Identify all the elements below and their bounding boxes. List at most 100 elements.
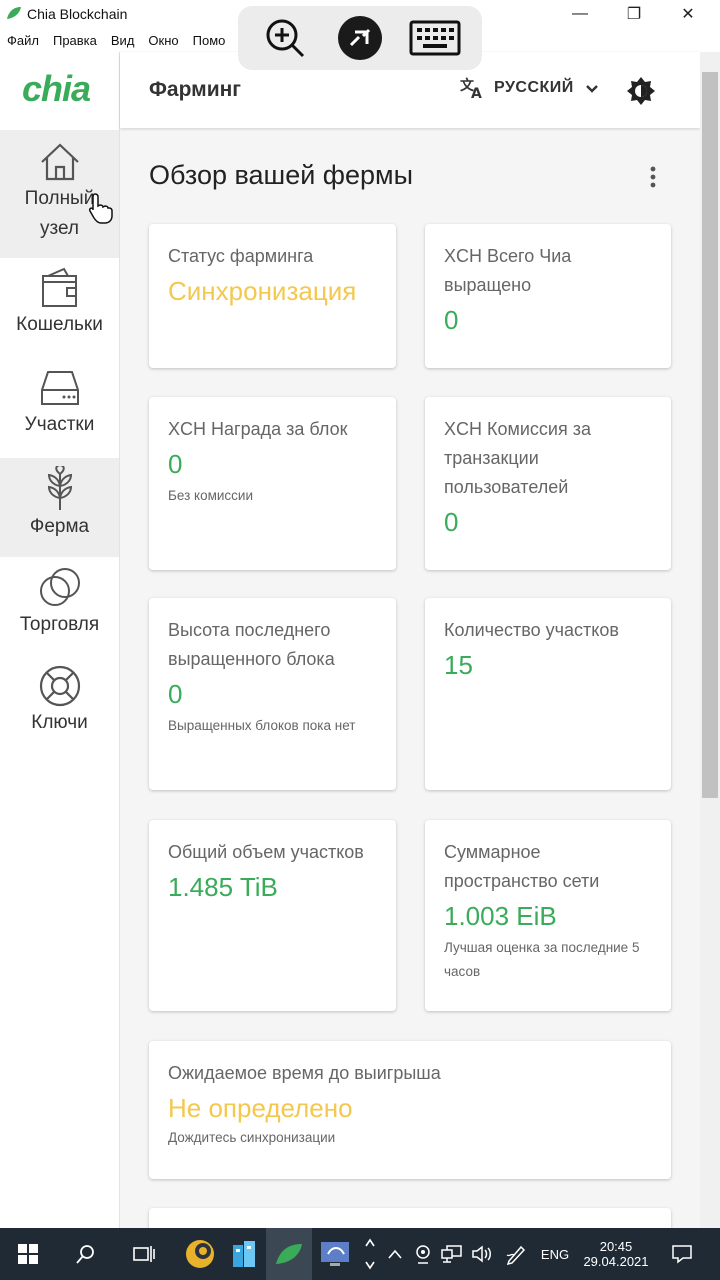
card-title: Суммарное пространство сети <box>444 842 600 891</box>
sidebar-item-label: Кошельки <box>16 314 103 335</box>
menu-view[interactable]: Вид <box>111 33 135 48</box>
card-value: 1.003 EiB <box>444 901 557 931</box>
card-value: 0 <box>444 305 459 335</box>
card-title: XCH Комиссия за транзакции пользователей <box>444 419 591 497</box>
remote-desktop-icon <box>337 16 382 60</box>
language-label: РУССКИЙ <box>494 79 574 96</box>
more-vert-icon[interactable] <box>642 164 664 190</box>
zoom-in-icon <box>266 19 305 58</box>
scrollbar[interactable] <box>700 52 720 1228</box>
taskbar-app-2[interactable] <box>222 1228 266 1280</box>
card-title: Ожидаемое время до выигрыша <box>168 1063 441 1083</box>
card-transaction-fees: XCH Комиссия за транзакции пользователей… <box>425 397 671 570</box>
minimize-button[interactable]: — <box>560 2 600 26</box>
card-value: Не определено <box>168 1093 353 1123</box>
taskbar-scroll-control[interactable] <box>360 1228 380 1280</box>
card-subtitle: Выращенных блоков пока нет <box>168 718 356 733</box>
task-view-icon <box>133 1246 155 1262</box>
remote-toolbar <box>238 6 482 70</box>
window-title: Chia Blockchain <box>27 6 128 22</box>
lifebuoy-icon <box>39 665 80 707</box>
sidebar-item-wallets[interactable]: Кошельки <box>0 266 119 356</box>
card-farming-status: Статус фарминга Синхронизация <box>149 224 396 368</box>
clock-date: 29.04.2021 <box>583 1254 649 1269</box>
card-total-plot-size: Общий объем участков 1.485 TiB <box>149 820 396 1011</box>
network-icon <box>441 1245 462 1263</box>
language-selector[interactable]: 文A РУССКИЙ <box>460 76 602 100</box>
menu-edit[interactable]: Правка <box>53 33 97 48</box>
card-total-chia: XCH Всего Чиа выращено 0 <box>425 224 671 368</box>
remote-connection-button[interactable] <box>334 12 386 64</box>
card-subtitle: Дождитесь синхронизации <box>168 1130 336 1145</box>
taskbar-app-chia[interactable] <box>266 1228 312 1280</box>
plant-icon <box>47 466 72 510</box>
card-plot-count: Количество участков 15 <box>425 598 671 790</box>
start-button[interactable] <box>4 1228 52 1280</box>
taskbar-app-4[interactable] <box>312 1228 358 1280</box>
scrollbar-thumb[interactable] <box>702 72 718 798</box>
card-title: Количество участков <box>444 620 619 640</box>
notifications-button[interactable] <box>662 1228 702 1280</box>
close-button[interactable]: ✕ <box>668 2 708 26</box>
card-last-block-height: Высота последнего выращенного блока 0 Вы… <box>149 598 396 790</box>
sidebar-item-label: Участки <box>24 414 95 435</box>
card-value: 0 <box>168 449 183 479</box>
taskbar: ENG 20:45 29.04.2021 <box>0 1228 720 1280</box>
translate-icon: 文A <box>460 77 482 100</box>
notification-icon <box>672 1245 692 1264</box>
chia-leaf-icon <box>276 1244 302 1264</box>
trade-icon <box>39 568 80 606</box>
keyboard-button[interactable] <box>409 12 461 64</box>
page-title: Фарминг <box>149 78 242 101</box>
home-icon <box>40 143 79 181</box>
card-network-space: Суммарное пространство сети 1.003 EiB Лу… <box>425 820 671 1011</box>
chevron-updown-icon <box>365 1238 375 1270</box>
card-value: 0 <box>444 507 459 537</box>
card-subtitle: Без комиссии <box>168 488 253 503</box>
content-title: Обзор вашей фермы <box>149 160 414 190</box>
sidebar-item-label: Ферма <box>29 516 90 537</box>
card-title: XCH Всего Чиа выращено <box>444 246 572 295</box>
sidebar-item-farm[interactable]: Ферма <box>0 458 119 557</box>
chia-leaf-icon <box>7 7 21 19</box>
restore-button[interactable]: ❐ <box>614 2 654 26</box>
tray-volume[interactable] <box>468 1228 496 1280</box>
card-block-reward: XCH Награда за блок 0 Без комиссии <box>149 397 396 570</box>
chevron-up-icon <box>388 1249 402 1259</box>
sidebar-item-keys[interactable]: Ключи <box>0 664 119 754</box>
tray-pen[interactable] <box>502 1228 530 1280</box>
tray-language[interactable]: ENG <box>536 1228 574 1280</box>
windows-icon <box>18 1244 38 1264</box>
app-circle-icon <box>186 1240 214 1268</box>
tray-camera[interactable] <box>410 1228 436 1280</box>
tray-clock[interactable]: 20:45 29.04.2021 <box>578 1228 654 1280</box>
sidebar-item-plots[interactable]: Участки <box>0 366 119 456</box>
buildings-icon <box>233 1241 255 1267</box>
theme-toggle-icon[interactable] <box>626 76 656 106</box>
menu-help[interactable]: Помо <box>193 33 226 48</box>
search-icon <box>76 1245 94 1264</box>
card-value: 0 <box>168 679 183 709</box>
webcam-icon <box>416 1245 430 1264</box>
clock-time: 20:45 <box>599 1239 633 1254</box>
wallet-icon <box>41 267 77 307</box>
menu-window[interactable]: Окно <box>148 33 178 48</box>
sidebar-item-label: Ключи <box>31 712 88 733</box>
task-view-button[interactable] <box>120 1228 168 1280</box>
pen-icon <box>506 1245 526 1265</box>
hand-cursor-icon <box>89 193 113 224</box>
search-button[interactable] <box>62 1228 110 1280</box>
sidebar-item-trade[interactable]: Торговля <box>0 566 119 656</box>
card-title: Общий объем участков <box>168 842 364 862</box>
tray-network[interactable] <box>438 1228 466 1280</box>
card-value: Синхронизация <box>168 276 357 306</box>
volume-icon <box>472 1245 491 1263</box>
card-expected-time-to-win: Ожидаемое время до выигрыша Не определен… <box>149 1041 671 1179</box>
taskbar-app-1[interactable] <box>176 1228 224 1280</box>
zoom-in-button[interactable] <box>259 12 311 64</box>
tray-expand-button[interactable] <box>384 1228 406 1280</box>
card-subtitle: Лучшая оценка за последние 5 часов <box>444 940 640 979</box>
menu-file[interactable]: Файл <box>7 33 39 48</box>
card-title: XCH Награда за блок <box>168 419 348 439</box>
card-value: 15 <box>444 650 473 680</box>
